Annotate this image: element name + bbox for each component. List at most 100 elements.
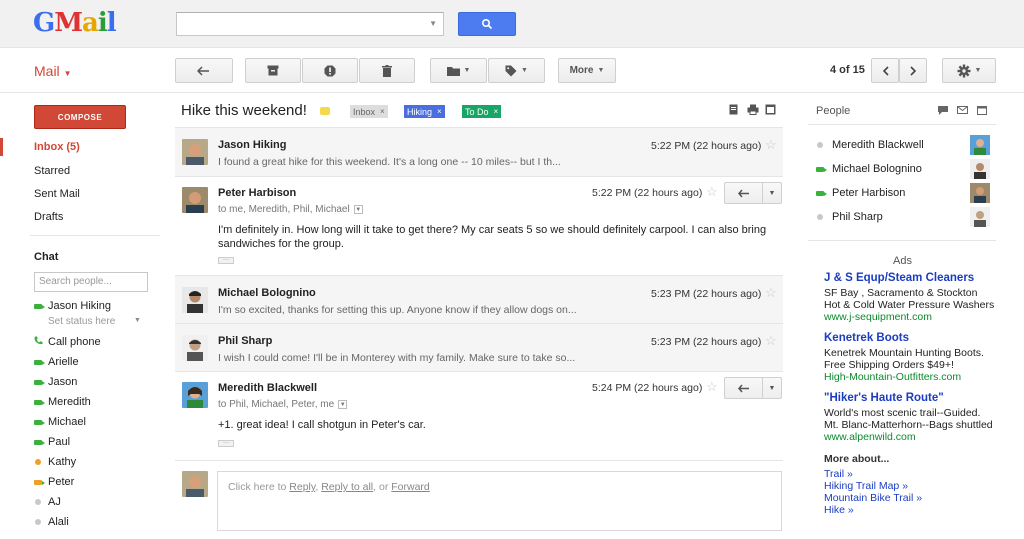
person-item[interactable]: Peter Harbison [816, 187, 905, 199]
email-icon[interactable] [957, 106, 968, 114]
archive-button[interactable] [245, 58, 301, 83]
message-time: 5:24 PM (22 hours ago) [592, 382, 703, 394]
recipients-line[interactable]: to me, Meredith, Phil, Michael ▼ [218, 204, 363, 215]
idle-status-icon [35, 459, 41, 465]
more-actions-chevron-icon[interactable]: ▼ [763, 183, 781, 203]
reply-button-group[interactable]: ▼ [724, 377, 782, 399]
person-item[interactable]: Phil Sharp [816, 211, 883, 223]
ad-url[interactable]: High-Mountain-Outfitters.com [824, 371, 961, 383]
show-details-icon[interactable]: ▼ [353, 205, 363, 214]
newer-button[interactable] [871, 58, 899, 83]
chat-contact[interactable]: Kathy [34, 456, 76, 468]
star-icon[interactable]: ☆ [706, 184, 718, 200]
nav-item-inbox[interactable]: Inbox (5) [34, 141, 80, 153]
ad-url[interactable]: www.alpenwild.com [824, 431, 916, 443]
mail-menu[interactable]: Mail ▼ [34, 63, 71, 79]
message-time: 5:22 PM (22 hours ago) [651, 140, 762, 152]
chevron-down-icon[interactable]: ▼ [134, 317, 141, 324]
chat-contact[interactable]: Peter [34, 476, 74, 488]
label-chip-todo[interactable]: To Do × [462, 105, 502, 118]
person-item[interactable]: Michael Bolognino [816, 163, 922, 175]
forward-link[interactable]: Forward [391, 481, 430, 493]
message-collapsed[interactable]: Phil Sharp I wish I could come! I'll be … [175, 323, 783, 371]
older-button[interactable] [899, 58, 927, 83]
settings-button[interactable]: ▼ [942, 58, 996, 83]
message-sender: Peter Harbison [218, 187, 297, 199]
search-input[interactable]: ▼ [176, 12, 444, 36]
call-phone-link[interactable]: Call phone [34, 336, 101, 348]
ad-title-link[interactable]: J & S Equp/Steam Cleaners [824, 272, 974, 284]
label-chip-inbox[interactable]: Inbox × [350, 105, 388, 118]
remove-label-icon[interactable]: × [494, 107, 499, 116]
show-details-icon[interactable]: ▼ [338, 400, 348, 409]
labels-button[interactable]: ▼ [488, 58, 545, 83]
nav-item-sent-mail[interactable]: Sent Mail [34, 188, 80, 200]
reply-button[interactable] [725, 378, 763, 398]
related-link[interactable]: Trail » [824, 468, 853, 480]
chat-contact[interactable]: Paul [34, 436, 70, 448]
compose-button[interactable]: COMPOSE [34, 105, 126, 129]
chat-bubble-icon[interactable] [938, 106, 948, 115]
status-message-input[interactable]: Set status here [48, 316, 115, 327]
star-icon[interactable]: ☆ [706, 379, 718, 395]
person-avatar [970, 183, 990, 203]
reply-box[interactable]: Click here to Reply, Reply to all, or Fo… [217, 471, 782, 531]
remove-label-icon[interactable]: × [380, 107, 385, 116]
related-link[interactable]: Hiking Trail Map » [824, 480, 908, 492]
chat-self[interactable]: Jason Hiking [34, 300, 111, 312]
related-link[interactable]: Mountain Bike Trail » [824, 492, 922, 504]
back-to-inbox-button[interactable] [175, 58, 233, 83]
important-marker-icon[interactable] [320, 107, 330, 115]
chat-contact[interactable]: Meredith [34, 396, 91, 408]
label-chip-hiking[interactable]: Hiking × [404, 105, 445, 118]
avatar [182, 335, 208, 361]
chevron-down-icon: ▼ [974, 67, 982, 74]
star-icon[interactable]: ☆ [765, 333, 777, 349]
show-trimmed-content-button[interactable]: ··· [218, 440, 234, 447]
message-collapsed[interactable]: Michael Bolognino I'm so excited, thanks… [175, 275, 783, 323]
remove-label-icon[interactable]: × [437, 107, 442, 116]
message-collapsed[interactable]: Jason Hiking I found a great hike for th… [175, 127, 783, 176]
related-link[interactable]: Hike » [824, 504, 854, 516]
person-item[interactable]: Meredith Blackwell [816, 139, 924, 151]
reply-all-link[interactable]: Reply to all [321, 481, 373, 493]
print-icon[interactable] [747, 104, 759, 115]
ad-title-link[interactable]: Kenetrek Boots [824, 332, 909, 344]
ad-url[interactable]: www.j-sequipment.com [824, 311, 932, 323]
reply-link[interactable]: Reply [289, 481, 315, 493]
people-panel: People Meredith Blackwell Michael Bologn… [808, 94, 998, 244]
chat-contact[interactable]: AJ [34, 496, 61, 508]
reply-button-group[interactable]: ▼ [724, 182, 782, 204]
message-sender: Michael Bolognino [218, 287, 316, 299]
star-icon[interactable]: ☆ [765, 137, 777, 153]
search-options-caret-icon[interactable]: ▼ [429, 19, 437, 28]
more-button[interactable]: More ▼ [558, 58, 616, 83]
report-spam-button[interactable] [302, 58, 358, 83]
gmail-logo[interactable]: GMail [33, 8, 117, 38]
more-actions-chevron-icon[interactable]: ▼ [763, 378, 781, 398]
phone-icon [34, 336, 43, 345]
move-to-button[interactable]: ▼ [430, 58, 487, 83]
chat-search-input[interactable]: Search people... [34, 272, 148, 292]
chat-contact[interactable]: Michael [34, 416, 86, 428]
calendar-icon[interactable] [977, 105, 987, 115]
video-status-icon [34, 440, 45, 445]
chat-contact[interactable]: Arielle [34, 356, 79, 368]
search-button[interactable] [458, 12, 516, 36]
chat-contact[interactable]: Jason [34, 376, 77, 388]
chevron-down-icon: ▼ [63, 69, 72, 78]
ad-title-link[interactable]: "Hiker's Haute Route" [824, 392, 944, 404]
chat-contact[interactable]: Alali [34, 516, 69, 528]
new-window-icon[interactable] [765, 104, 776, 115]
avatar [182, 471, 208, 497]
print-all-icon[interactable] [729, 104, 738, 115]
reply-button[interactable] [725, 183, 763, 203]
recipients-line[interactable]: to Phil, Michael, Peter, me ▼ [218, 399, 348, 410]
star-icon[interactable]: ☆ [765, 285, 777, 301]
chevron-down-icon: ▼ [597, 67, 605, 74]
person-avatar [970, 207, 990, 227]
nav-item-drafts[interactable]: Drafts [34, 211, 63, 223]
nav-item-starred[interactable]: Starred [34, 165, 70, 177]
delete-button[interactable] [359, 58, 415, 83]
show-trimmed-content-button[interactable]: ··· [218, 257, 234, 264]
